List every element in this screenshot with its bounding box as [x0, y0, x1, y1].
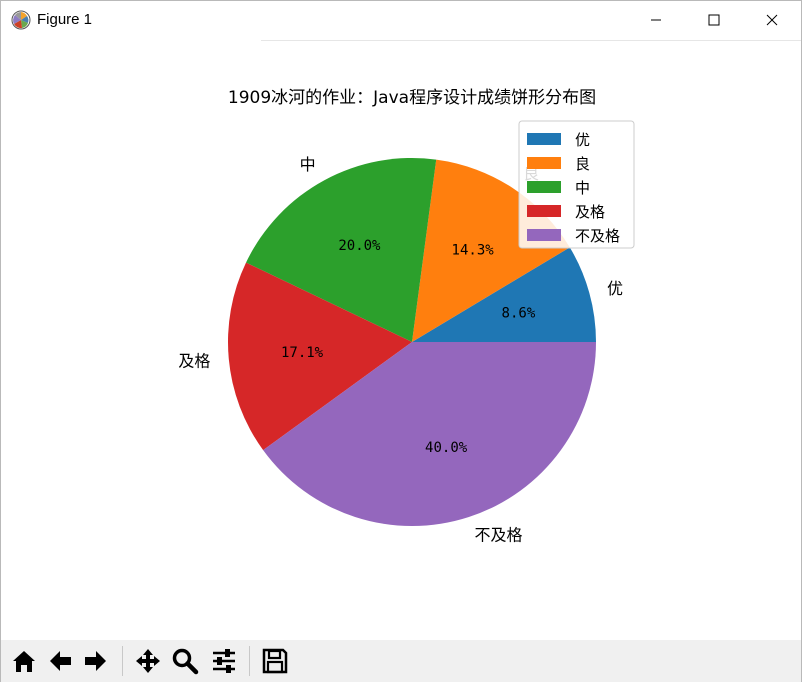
- figure-window: Figure 1 1909冰河的作业：Java程序设计成绩饼形分布图 8.6% 优…: [0, 0, 802, 682]
- slice-percent-label: 20.0%: [338, 238, 381, 254]
- navigation-toolbar: [1, 640, 801, 682]
- slice-category-label: 及格: [178, 351, 210, 370]
- title-bar: Figure 1: [1, 1, 801, 41]
- minimize-icon: [651, 19, 661, 21]
- legend: 优良中及格不及格: [518, 120, 635, 249]
- minimize-button[interactable]: [627, 1, 685, 39]
- legend-label: 及格: [575, 203, 605, 221]
- pan-icon: [136, 649, 160, 673]
- save-button[interactable]: [259, 645, 291, 677]
- slice-percent-label: 40.0%: [425, 440, 468, 456]
- legend-swatch: [527, 133, 561, 145]
- home-icon: [13, 651, 35, 672]
- slice-percent-label: 14.3%: [452, 243, 495, 259]
- configure-subplots-icon: [213, 649, 235, 673]
- chart-title: 1909冰河的作业：Java程序设计成绩饼形分布图: [228, 88, 596, 108]
- pan-button[interactable]: [132, 645, 164, 677]
- legend-swatch: [527, 181, 561, 193]
- forward-button[interactable]: [80, 645, 112, 677]
- close-icon: [766, 14, 778, 26]
- back-icon: [50, 651, 71, 671]
- legend-label: 中: [575, 179, 590, 197]
- back-button[interactable]: [44, 645, 76, 677]
- matplotlib-logo-icon: [11, 10, 31, 30]
- zoom-button[interactable]: [169, 645, 201, 677]
- slice-percent-label: 8.6%: [502, 306, 536, 322]
- legend-swatch: [527, 229, 561, 241]
- figure-canvas: 1909冰河的作业：Java程序设计成绩饼形分布图 8.6% 优 14.3% 良 20.…: [178, 88, 635, 544]
- toolbar-separator: [122, 646, 123, 676]
- zoom-icon: [172, 648, 199, 675]
- legend-swatch: [527, 205, 561, 217]
- legend-label: 良: [575, 155, 590, 173]
- toolbar-separator: [249, 646, 250, 676]
- home-button[interactable]: [8, 645, 40, 677]
- window-title: Figure 1: [37, 11, 93, 28]
- close-button[interactable]: [743, 1, 801, 39]
- legend-swatch: [527, 157, 561, 169]
- save-icon: [262, 648, 288, 674]
- slice-category-label: 优: [607, 279, 623, 298]
- legend-label: 不及格: [575, 227, 620, 245]
- maximize-button[interactable]: [685, 1, 743, 39]
- slice-percent-label: 17.1%: [281, 345, 324, 361]
- configure-subplots-button[interactable]: [208, 645, 240, 677]
- forward-icon: [85, 651, 106, 671]
- slice-category-label: 不及格: [475, 525, 523, 544]
- legend-label: 优: [575, 131, 590, 149]
- maximize-icon: [708, 14, 720, 26]
- slice-category-label: 中: [300, 155, 316, 174]
